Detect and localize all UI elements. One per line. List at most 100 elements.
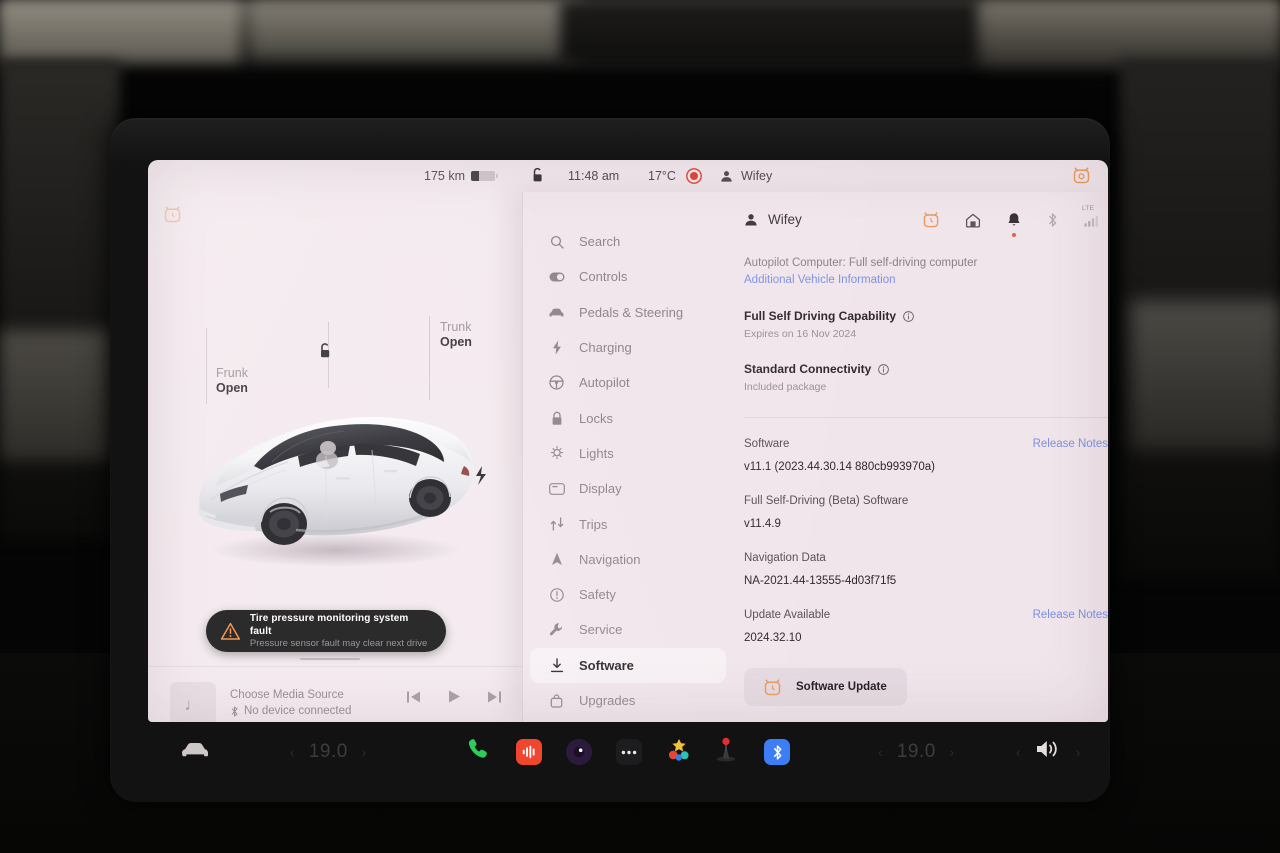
dashcam-record-icon[interactable] xyxy=(686,168,702,187)
software-update-badge-icon[interactable] xyxy=(1073,167,1090,187)
info-circle-icon[interactable] xyxy=(903,310,914,322)
software-update-badge-icon[interactable] xyxy=(923,212,939,233)
info-circle-icon[interactable] xyxy=(878,363,890,375)
settings-panel[interactable]: Search Controls Pedals & Steering Chargi… xyxy=(522,192,1108,722)
unlock-icon[interactable] xyxy=(317,342,333,365)
media-controls[interactable] xyxy=(406,689,502,704)
tesla-touchscreen[interactable]: 175 km 11:48 am 17°C Wifey Frunk Open Tr… xyxy=(148,160,1108,722)
background-wall-left xyxy=(0,60,120,540)
software-update-badge-icon[interactable] xyxy=(164,206,181,228)
lightbulb-icon xyxy=(548,446,565,460)
sidebar-label: Lights xyxy=(579,445,614,461)
bluetooth-icon[interactable] xyxy=(1047,212,1058,233)
profile-name: Wifey xyxy=(741,169,773,183)
driver-temperature-control[interactable]: ‹ 19.0 › xyxy=(290,741,367,763)
sidebar-label: Autopilot xyxy=(579,375,630,391)
section-divider xyxy=(744,417,1108,418)
sidebar-item-display[interactable]: Display xyxy=(530,471,726,506)
passenger-temperature-control[interactable]: ‹ 19.0 › xyxy=(878,741,955,763)
software-details: Autopilot Computer: Full self-driving co… xyxy=(744,255,1108,706)
sidebar-item-safety[interactable]: Safety xyxy=(530,577,726,612)
additional-vehicle-information-link[interactable]: Additional Vehicle Information xyxy=(744,272,1108,289)
driver-temp-decrease[interactable]: ‹ xyxy=(290,745,295,760)
volume-decrease[interactable]: ‹ xyxy=(1016,745,1021,760)
trunk-status[interactable]: Trunk Open xyxy=(440,320,472,350)
driver-temp-value: 19.0 xyxy=(308,741,348,762)
update-available-row: Update Available Release Notes xyxy=(744,607,1108,623)
trunk-label: Trunk xyxy=(440,320,472,334)
volume-increase[interactable]: › xyxy=(1076,745,1081,760)
connectivity-block[interactable]: Standard Connectivity Included package xyxy=(744,361,1108,395)
sidebar-item-controls[interactable]: Controls xyxy=(530,259,726,294)
software-version-row: Software Release Notes xyxy=(744,436,1108,452)
notification-dot xyxy=(1012,233,1016,237)
outside-temperature: 17°C xyxy=(648,169,676,183)
background-dark-band xyxy=(560,0,980,64)
software-update-button[interactable]: Software Update xyxy=(744,668,907,706)
fsd-capability-block[interactable]: Full Self Driving Capability Expires on … xyxy=(744,308,1108,342)
phone-app[interactable] xyxy=(466,737,491,767)
software-release-notes-link[interactable]: Release Notes xyxy=(1033,438,1108,450)
media-player-bar[interactable]: ♩ Choose Media Source No device connecte… xyxy=(148,666,522,722)
notification-bell-icon[interactable] xyxy=(1007,212,1021,237)
arcade-app[interactable] xyxy=(714,737,738,767)
vehicle-visualization-pane[interactable]: Frunk Open Trunk Open Tire pressure moni… xyxy=(148,192,522,722)
person-icon xyxy=(721,170,732,182)
sidebar-item-search[interactable]: Search xyxy=(530,224,726,259)
sidebar-item-charging[interactable]: Charging xyxy=(530,330,726,365)
clock-update-icon xyxy=(764,678,781,695)
home-icon[interactable] xyxy=(965,213,981,233)
media-device-text: No device connected xyxy=(244,705,352,717)
bolt-icon xyxy=(548,340,565,355)
bluetooth-app[interactable] xyxy=(764,739,790,765)
panel-status-icons[interactable]: LTE xyxy=(923,205,1098,237)
driver-profile[interactable]: Wifey xyxy=(720,169,772,183)
update-release-notes-link[interactable]: Release Notes xyxy=(1033,609,1108,621)
fsd-capability-expiry: Expires on 16 Nov 2024 xyxy=(744,328,857,340)
volume-icon[interactable] xyxy=(1035,738,1062,766)
media-drag-handle[interactable] xyxy=(300,658,360,660)
software-update-button-label: Software Update xyxy=(796,681,887,693)
software-content[interactable]: Wifey LTE Autopilot Computer: Full self-… xyxy=(744,192,1108,722)
lte-signal-icon[interactable]: LTE xyxy=(1082,205,1098,232)
sidebar-item-pedals-steering[interactable]: Pedals & Steering xyxy=(530,295,726,330)
sidebar-item-software[interactable]: Software xyxy=(530,647,726,683)
car-icon[interactable] xyxy=(180,740,210,764)
person-icon xyxy=(745,213,757,225)
navigation-data-version: NA-2021.44-13555-4d03f71f5 xyxy=(744,575,897,587)
settings-sidebar[interactable]: Search Controls Pedals & Steering Chargi… xyxy=(530,224,726,718)
sidebar-label: Locks xyxy=(579,410,613,426)
toybox-app[interactable] xyxy=(666,738,692,767)
sidebar-item-locks[interactable]: Locks xyxy=(530,400,726,435)
passenger-temp-increase[interactable]: › xyxy=(950,745,955,760)
sidebar-item-lights[interactable]: Lights xyxy=(530,436,726,471)
toggle-icon xyxy=(548,272,565,282)
app-dock[interactable]: ‹ 19.0 › ‹ 19.0 › ‹ › xyxy=(148,726,1108,778)
volume-control[interactable]: ‹ › xyxy=(1016,738,1081,766)
vehicle-alert-toast[interactable]: Tire pressure monitoring system fault Pr… xyxy=(206,610,446,652)
sidebar-item-navigation[interactable]: Navigation xyxy=(530,542,726,577)
wrench-icon xyxy=(548,622,565,637)
warning-triangle-icon xyxy=(220,622,241,640)
camera-app[interactable] xyxy=(566,739,592,765)
range-value: 175 km xyxy=(424,169,465,183)
driver-temp-increase[interactable]: › xyxy=(362,745,367,760)
sidebar-item-autopilot[interactable]: Autopilot xyxy=(530,365,726,400)
passenger-temp-value: 19.0 xyxy=(896,741,936,762)
passenger-temp-decrease[interactable]: ‹ xyxy=(878,745,883,760)
connectivity-package: Included package xyxy=(744,381,827,393)
sidebar-item-trips[interactable]: Trips xyxy=(530,506,726,541)
fsd-beta-row: Full Self-Driving (Beta) Software v11.4.… xyxy=(744,493,1108,532)
media-app[interactable] xyxy=(516,739,542,765)
range-indicator[interactable]: 175 km xyxy=(424,169,498,183)
media-device-status: No device connected xyxy=(230,703,351,719)
tesla-model-y-image[interactable] xyxy=(176,382,496,572)
more-dots-icon xyxy=(616,739,642,765)
more-apps[interactable] xyxy=(616,739,642,765)
sidebar-item-upgrades[interactable]: Upgrades xyxy=(530,683,726,718)
camera-icon xyxy=(566,739,592,765)
sidebar-item-service[interactable]: Service xyxy=(530,612,726,647)
media-info[interactable]: Choose Media Source No device connected xyxy=(230,687,351,719)
unlock-icon[interactable] xyxy=(530,167,545,187)
trunk-state: Open xyxy=(440,335,472,349)
